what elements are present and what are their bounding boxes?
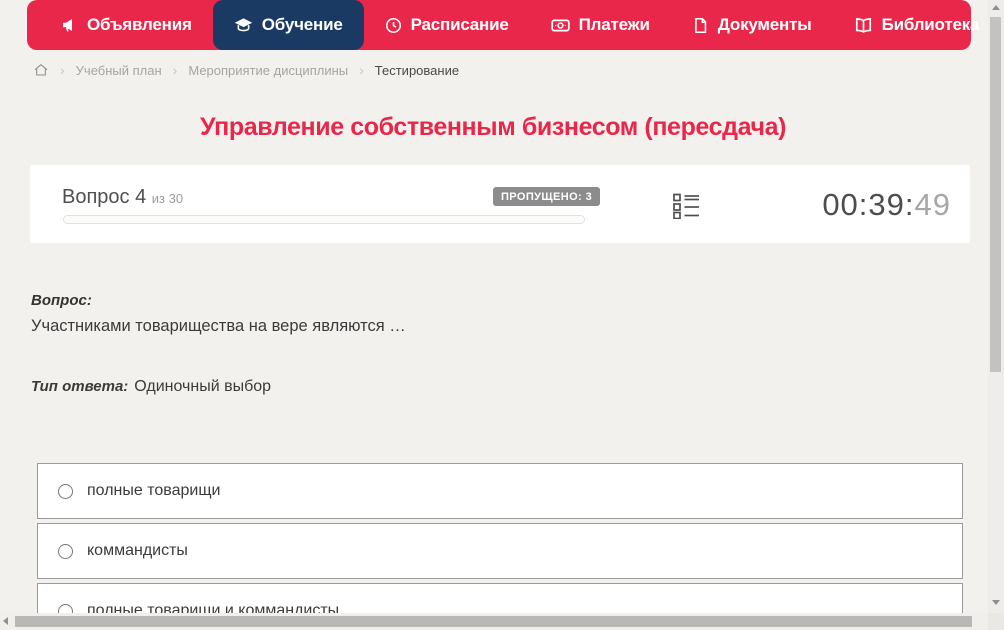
timer-hours-minutes: 00:39: [822, 187, 915, 222]
scroll-up-arrow-icon[interactable] [992, 5, 1000, 10]
nav-item-label: Библиотека [881, 15, 980, 34]
breadcrumb-item-testing: Тестирование [374, 62, 460, 78]
question-heading: Вопрос: [31, 292, 92, 309]
banknote-icon [550, 16, 570, 35]
document-icon [692, 17, 709, 34]
graduation-cap-icon [234, 16, 253, 35]
book-icon [854, 16, 873, 35]
horizontal-scrollbar[interactable] [0, 613, 1004, 630]
megaphone-icon [60, 16, 78, 34]
nav-item-library[interactable]: Библиотека [833, 0, 1004, 50]
breadcrumb-item-discipline-event[interactable]: Мероприятие дисциплины [188, 63, 348, 78]
countdown-timer: 00:39:49 [822, 187, 951, 223]
quiz-header-card: Вопрос 4 из 30 ПРОПУЩЕНО: 3 00:39:49 [30, 165, 970, 243]
radio-button-icon[interactable] [58, 543, 73, 559]
chevron-right-icon: › [359, 62, 364, 78]
answer-option[interactable]: полные товарищи [37, 463, 963, 519]
answer-type: Тип ответа: Одиночный выбор [31, 378, 271, 396]
scroll-down-arrow-icon[interactable] [992, 600, 1000, 605]
nav-item-label: Платежи [578, 15, 650, 34]
answer-option-label: полные товарищи [87, 482, 221, 499]
home-icon[interactable] [33, 62, 49, 78]
question-counter-label: Вопрос 4 [62, 186, 147, 208]
question-counter: Вопрос 4 из 30 [62, 186, 183, 209]
breadcrumb-item-curriculum[interactable]: Учебный план [76, 63, 162, 78]
nav-item-schedule[interactable]: Расписание [364, 0, 530, 50]
vertical-scrollbar[interactable] [988, 0, 1004, 613]
page: Объявления Обучение Расписание Платежи Д… [0, 0, 1004, 630]
breadcrumb: › Учебный план › Мероприятие дисциплины … [33, 62, 459, 78]
chevron-right-icon: › [60, 62, 65, 78]
skipped-badge: ПРОПУЩЕНО: 3 [493, 187, 601, 206]
question-counter-total: из 30 [151, 191, 184, 206]
answer-option-label: коммандисты [87, 542, 188, 559]
nav-item-documents[interactable]: Документы [671, 0, 833, 50]
progress-bar [63, 215, 585, 224]
scroll-left-arrow-icon[interactable] [3, 617, 8, 625]
clock-icon [385, 17, 402, 34]
nav-item-label: Расписание [410, 15, 509, 34]
main-nav: Объявления Обучение Расписание Платежи Д… [27, 0, 1004, 50]
answer-type-value: Одиночный выбор [134, 378, 272, 395]
radio-button-icon[interactable] [58, 483, 73, 499]
nav-item-payments[interactable]: Платежи [530, 0, 671, 50]
timer-seconds: 49 [914, 187, 951, 222]
answer-option[interactable]: коммандисты [37, 523, 963, 579]
chevron-right-icon: › [172, 62, 178, 78]
scrollbar-corner [988, 613, 1004, 630]
page-title: Управление собственным бизнесом (пересда… [199, 113, 787, 141]
nav-item-training[interactable]: Обучение [212, 0, 364, 50]
vertical-scrollbar-thumb[interactable] [990, 17, 1001, 372]
question-text: Участниками товарищества на вере являютс… [31, 317, 406, 335]
answer-type-label: Тип ответа: [31, 378, 129, 395]
nav-item-label: Обучение [261, 15, 343, 34]
nav-item-label: Документы [717, 15, 812, 34]
nav-item-announcements[interactable]: Объявления [39, 0, 213, 50]
question-list-icon[interactable] [673, 192, 700, 224]
nav-item-label: Объявления [87, 15, 192, 34]
horizontal-scrollbar-thumb[interactable] [15, 616, 972, 627]
